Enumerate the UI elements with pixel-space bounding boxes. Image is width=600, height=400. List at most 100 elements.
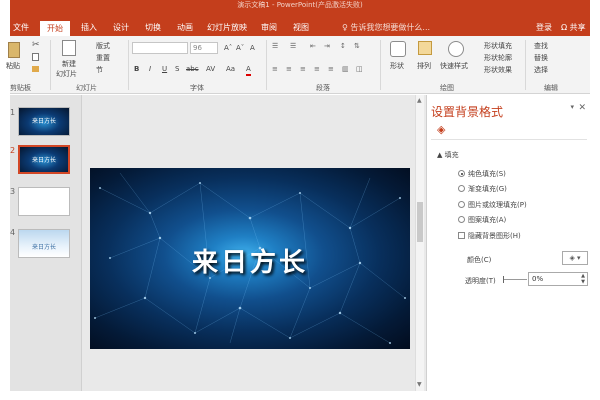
vertical-scrollbar[interactable]: ▲ ▼ bbox=[415, 95, 424, 391]
spinner-icon[interactable]: ▲ ▼ bbox=[581, 273, 585, 285]
tab-transitions[interactable]: 切换 bbox=[140, 19, 166, 36]
tab-home[interactable]: 开始 bbox=[40, 21, 70, 36]
option-gradient-fill[interactable]: 渐变填充(G) bbox=[468, 184, 507, 194]
slide-thumbnail-2[interactable]: 来日方长 bbox=[18, 145, 70, 174]
indent-icon[interactable]: ⇤ bbox=[310, 41, 316, 51]
reset-button[interactable]: 重置 bbox=[96, 53, 110, 63]
pane-menu-icon[interactable]: ▾ bbox=[570, 103, 574, 111]
radio-pattern-fill[interactable] bbox=[458, 216, 465, 223]
new-slide-label[interactable]: 幻灯片 bbox=[56, 69, 77, 79]
scroll-thumb[interactable] bbox=[417, 202, 423, 242]
tab-file[interactable]: 文件 bbox=[10, 19, 32, 36]
ribbon-tabs: 文件 开始 插入 设计 切换 动画 幻灯片放映 审阅 视图 bbox=[10, 19, 590, 36]
layout-button[interactable]: 版式 bbox=[96, 41, 110, 51]
separator bbox=[50, 40, 51, 90]
radio-picture-fill[interactable] bbox=[458, 201, 465, 208]
format-background-pane: 设置背景格式 ▾ ✕ ◈ ▲ 填充 纯色填充(S) 渐变填充(G) 图片或纹理填… bbox=[426, 95, 590, 391]
replace-button[interactable]: 替换 bbox=[534, 53, 548, 63]
transparency-input[interactable]: 0% ▲ ▼ bbox=[528, 272, 588, 286]
section-button[interactable]: 节 bbox=[96, 65, 103, 75]
radio-solid-fill[interactable] bbox=[458, 170, 465, 177]
slide-canvas[interactable]: 来日方长 bbox=[90, 168, 410, 349]
new-slide-icon[interactable] bbox=[62, 40, 76, 56]
copy-icon[interactable] bbox=[32, 53, 39, 61]
justify-icon[interactable]: ≡ bbox=[314, 64, 320, 74]
align-center-icon[interactable]: ≡ bbox=[286, 64, 292, 74]
arrange-button[interactable]: 排列 bbox=[417, 61, 431, 71]
tab-animations[interactable]: 动画 bbox=[172, 19, 198, 36]
hide-background-checkbox[interactable] bbox=[458, 232, 465, 239]
tell-me-search[interactable]: ♀ 告诉我您想要做什么... bbox=[342, 19, 430, 36]
select-button[interactable]: 选择 bbox=[534, 65, 548, 75]
arrange-icon[interactable] bbox=[418, 41, 432, 55]
thumb-text: 来日方长 bbox=[31, 118, 56, 125]
slide-thumbnail-4[interactable]: 来日方长 bbox=[18, 229, 70, 258]
color-picker-button[interactable]: ◈ ▾ bbox=[562, 251, 588, 265]
text-direction-icon[interactable]: ⇅ bbox=[354, 41, 360, 51]
shrink-font-button[interactable]: Aˇ bbox=[236, 43, 244, 53]
clear-format-button[interactable]: A bbox=[250, 43, 255, 53]
outdent-icon[interactable]: ⇥ bbox=[324, 41, 330, 51]
fill-bucket-icon[interactable]: ◈ bbox=[437, 123, 445, 136]
paste-icon[interactable] bbox=[8, 42, 20, 58]
paste-button[interactable]: 粘贴 bbox=[6, 61, 20, 71]
shadow-button[interactable]: S bbox=[175, 64, 179, 74]
fill-section-header[interactable]: ▲ 填充 bbox=[437, 150, 459, 160]
shape-effects-button[interactable]: 形状效果 bbox=[484, 65, 512, 75]
align-left-icon[interactable]: ≡ bbox=[272, 64, 278, 74]
tab-review[interactable]: 审阅 bbox=[256, 19, 282, 36]
cut-icon[interactable]: ✂ bbox=[32, 40, 40, 50]
columns-icon[interactable]: ▥ bbox=[342, 64, 349, 74]
scroll-up-icon[interactable]: ▲ bbox=[417, 97, 422, 104]
font-color-button[interactable]: A bbox=[246, 64, 251, 76]
tab-design[interactable]: 设计 bbox=[108, 19, 134, 36]
tab-slideshow[interactable]: 幻灯片放映 bbox=[204, 19, 250, 36]
bullets-icon[interactable]: ☰ bbox=[272, 41, 278, 51]
shapes-button[interactable]: 形状 bbox=[390, 61, 404, 71]
option-solid-fill[interactable]: 纯色填充(S) bbox=[468, 169, 506, 179]
bold-button[interactable]: B bbox=[134, 64, 139, 74]
option-pattern-fill[interactable]: 图案填充(A) bbox=[468, 215, 506, 225]
distribute-icon[interactable]: ≡ bbox=[328, 64, 334, 74]
option-picture-fill[interactable]: 图片或纹理填充(P) bbox=[468, 200, 527, 210]
transparency-label: 透明度(T) bbox=[465, 277, 496, 285]
align-right-icon[interactable]: ≡ bbox=[300, 64, 306, 74]
separator bbox=[525, 40, 526, 90]
slide-title-text[interactable]: 来日方长 bbox=[90, 242, 410, 279]
new-slide-button[interactable]: 新建 bbox=[62, 59, 76, 69]
underline-button[interactable]: U bbox=[162, 64, 167, 74]
radio-gradient-fill[interactable] bbox=[458, 185, 465, 192]
quick-styles-button[interactable]: 快速样式 bbox=[440, 61, 468, 71]
line-spacing-icon[interactable]: ↕ bbox=[340, 41, 346, 51]
numbering-icon[interactable]: ☰ bbox=[290, 41, 296, 51]
slide-thumbnail-3[interactable] bbox=[18, 187, 70, 216]
smartart-icon[interactable]: ◫ bbox=[356, 64, 363, 74]
font-size-box[interactable]: 96 bbox=[190, 42, 218, 54]
tab-insert[interactable]: 插入 bbox=[76, 19, 102, 36]
strikethrough-button[interactable]: abc bbox=[186, 64, 199, 74]
divider bbox=[431, 139, 587, 140]
char-spacing-button[interactable]: AV bbox=[206, 64, 215, 74]
shape-outline-button[interactable]: 形状轮廓 bbox=[484, 53, 512, 63]
change-case-button[interactable]: Aa bbox=[226, 64, 235, 74]
font-name-box[interactable] bbox=[132, 42, 188, 54]
transparency-slider[interactable] bbox=[503, 279, 527, 280]
transparency-slider-handle[interactable] bbox=[503, 276, 504, 283]
paragraph-group-label: 段落 bbox=[316, 84, 330, 92]
tab-view[interactable]: 视图 bbox=[288, 19, 314, 36]
share-button[interactable]: Ω 共享 bbox=[561, 19, 586, 36]
slide-thumbnail-1[interactable]: 来日方长 bbox=[18, 107, 70, 136]
close-icon[interactable]: ✕ bbox=[578, 103, 586, 113]
shapes-icon[interactable] bbox=[390, 41, 406, 57]
login-link[interactable]: 登录 bbox=[536, 19, 552, 36]
slide-thumbnail-pane[interactable]: 1 来日方长 2 来日方长 3 4 来日方长 bbox=[10, 95, 82, 391]
shape-fill-button[interactable]: 形状填充 bbox=[484, 41, 512, 51]
separator bbox=[128, 40, 129, 90]
grow-font-button[interactable]: Aˆ bbox=[224, 43, 232, 53]
hide-background-label[interactable]: 隐藏背景图形(H) bbox=[468, 231, 521, 241]
scroll-down-icon[interactable]: ▼ bbox=[417, 381, 422, 388]
find-button[interactable]: 查找 bbox=[534, 41, 548, 51]
format-painter-icon[interactable] bbox=[32, 66, 39, 72]
quick-styles-icon[interactable] bbox=[448, 41, 464, 57]
italic-button[interactable]: I bbox=[149, 64, 151, 74]
